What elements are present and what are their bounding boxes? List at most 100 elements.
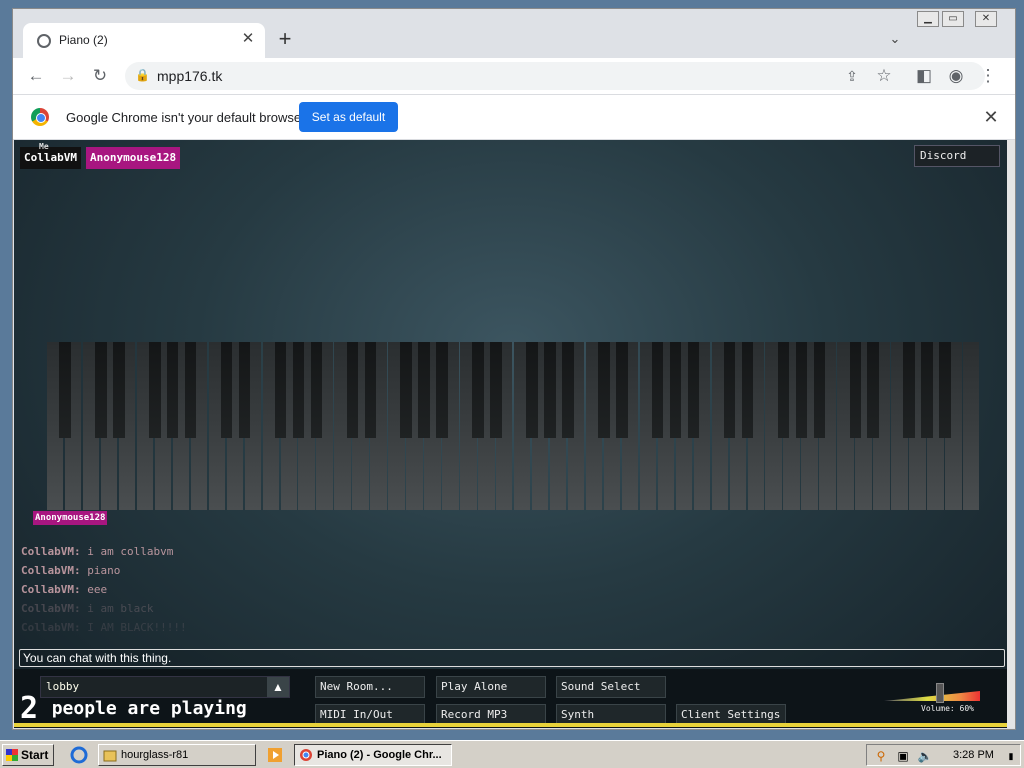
side-panel-icon[interactable]: ◧ xyxy=(913,65,935,87)
piano-black-key[interactable] xyxy=(903,342,915,438)
piano-black-key[interactable] xyxy=(777,342,790,438)
player-count: 2 people are playing xyxy=(20,691,247,726)
new-tab-button[interactable]: + xyxy=(274,28,296,51)
chat-line: CollabVM: i am collabvm xyxy=(21,542,187,561)
caret-up-icon[interactable]: ▲ xyxy=(267,677,289,697)
tab-strip: Piano (2) ✕ + ⌄ ▁ ▭ ✕ xyxy=(13,9,1015,58)
volume-slider[interactable]: Volume: 60% xyxy=(884,683,984,713)
share-icon[interactable]: ⇪ xyxy=(841,65,863,87)
task-label: hourglass-r81 xyxy=(121,749,189,761)
infobar-message: Google Chrome isn't your default browser xyxy=(66,110,306,125)
piano-black-key[interactable] xyxy=(310,342,323,438)
chat-line: CollabVM: piano xyxy=(21,561,187,580)
chat-author: CollabVM: xyxy=(21,545,88,558)
piano-black-key[interactable] xyxy=(939,342,951,438)
chat-log: CollabVM: i am collabvm CollabVM: piano Co… xyxy=(21,542,187,637)
lock-icon: 🔒 xyxy=(135,68,150,82)
piano-black-key[interactable] xyxy=(669,342,682,438)
piano-black-key[interactable] xyxy=(166,342,179,438)
media-player-icon[interactable] xyxy=(266,746,284,764)
player-count-label: people are playing xyxy=(51,698,247,719)
maximize-button[interactable]: ▭ xyxy=(942,11,964,27)
piano-black-key[interactable] xyxy=(687,342,700,438)
piano-black-key[interactable] xyxy=(723,342,736,438)
piano-black-key[interactable] xyxy=(364,342,377,438)
piano-white-key[interactable] xyxy=(963,342,980,510)
piano-black-key[interactable] xyxy=(292,342,305,438)
piano-black-key[interactable] xyxy=(418,342,430,438)
chat-message: i am collabvm xyxy=(87,545,174,558)
piano-black-key[interactable] xyxy=(867,342,879,438)
star-icon[interactable]: ☆ xyxy=(873,65,895,87)
piano-black-key[interactable] xyxy=(616,342,628,438)
close-window-button[interactable]: ✕ xyxy=(975,11,997,27)
piano-black-key[interactable] xyxy=(795,342,808,438)
sound-select-button[interactable]: Sound Select xyxy=(556,676,666,698)
piano-black-key[interactable] xyxy=(274,342,287,438)
user-label-collabvm[interactable]: Me CollabVM xyxy=(20,142,81,169)
piano-black-key[interactable] xyxy=(400,342,412,438)
piano-black-key[interactable] xyxy=(526,342,538,438)
chat-input[interactable]: You can chat with this thing. xyxy=(19,649,1005,667)
search-icon[interactable]: ⚲ xyxy=(873,748,889,764)
task-piano-chrome[interactable]: Piano (2) - Google Chr... xyxy=(294,744,452,766)
minimize-button[interactable]: ▁ xyxy=(917,11,939,27)
menu-dots-icon[interactable]: ⋮ xyxy=(977,65,999,87)
piano-black-key[interactable] xyxy=(149,342,161,438)
chat-author: CollabVM: xyxy=(21,621,88,634)
piano-black-key[interactable] xyxy=(220,342,233,438)
piano-black-key[interactable] xyxy=(813,342,826,438)
piano-black-key[interactable] xyxy=(436,342,448,438)
piano-black-key[interactable] xyxy=(95,342,107,438)
volume-icon[interactable]: 🔈 xyxy=(917,748,933,764)
piano-black-key[interactable] xyxy=(651,342,664,438)
piano-black-key[interactable] xyxy=(598,342,610,438)
close-tab-icon[interactable]: ✕ xyxy=(239,30,257,48)
piano-black-key[interactable] xyxy=(59,342,71,438)
url-text: mpp176.tk xyxy=(157,68,223,84)
reload-icon[interactable]: ↻ xyxy=(89,65,111,87)
piano-black-key[interactable] xyxy=(921,342,933,438)
task-hourglass[interactable]: hourglass-r81 xyxy=(98,744,256,766)
piano-black-key[interactable] xyxy=(544,342,556,438)
chat-message: eee xyxy=(87,583,108,596)
piano-black-key[interactable] xyxy=(238,342,251,438)
status-strip xyxy=(14,723,1010,727)
piano-keyboard[interactable] xyxy=(47,342,981,510)
page-scrollbar[interactable] xyxy=(1007,140,1015,728)
chat-author: CollabVM: xyxy=(21,602,88,615)
piano-black-key[interactable] xyxy=(741,342,754,438)
piano-black-key[interactable] xyxy=(490,342,502,438)
user-label-anonymouse[interactable]: Anonymouse128 xyxy=(86,147,181,169)
piano-black-key[interactable] xyxy=(849,342,861,438)
piano-black-key[interactable] xyxy=(184,342,197,438)
start-button[interactable]: Start xyxy=(2,744,54,766)
chat-message: I AM BLACK!!!!! xyxy=(87,621,187,634)
tab-piano[interactable]: Piano (2) ✕ xyxy=(23,23,265,58)
me-badge: Me xyxy=(39,142,49,151)
piano-black-key[interactable] xyxy=(472,342,484,438)
profile-icon[interactable]: ◉ xyxy=(945,65,967,87)
network-icon[interactable]: ▣ xyxy=(895,748,911,764)
back-arrow-icon[interactable]: ← xyxy=(25,65,47,87)
chat-line: CollabVM: i am black xyxy=(21,599,187,618)
new-room-button[interactable]: New Room... xyxy=(315,676,425,698)
chat-line: CollabVM: I AM BLACK!!!!! xyxy=(21,618,187,637)
set-default-button[interactable]: Set as default xyxy=(299,102,398,132)
player-count-number: 2 xyxy=(20,691,39,726)
piano-page: Me CollabVM Anonymouse128 Discord Anonym… xyxy=(14,140,1010,728)
volume-knob[interactable] xyxy=(936,683,944,703)
piano-black-key[interactable] xyxy=(346,342,359,438)
volume-ramp xyxy=(884,691,980,701)
piano-black-key[interactable] xyxy=(113,342,125,438)
ie-icon[interactable] xyxy=(70,746,88,764)
globe-icon xyxy=(37,34,51,48)
close-infobar-icon[interactable]: ✕ xyxy=(981,107,1001,127)
chevron-down-icon[interactable]: ⌄ xyxy=(887,31,903,47)
forward-arrow-icon[interactable]: → xyxy=(57,65,79,87)
play-alone-button[interactable]: Play Alone xyxy=(436,676,546,698)
tray-handle-icon[interactable]: ▮ xyxy=(1003,748,1019,764)
discord-button[interactable]: Discord xyxy=(914,145,1000,167)
piano-black-key[interactable] xyxy=(562,342,574,438)
cursor-name-tag: Anonymouse128 xyxy=(33,511,108,525)
